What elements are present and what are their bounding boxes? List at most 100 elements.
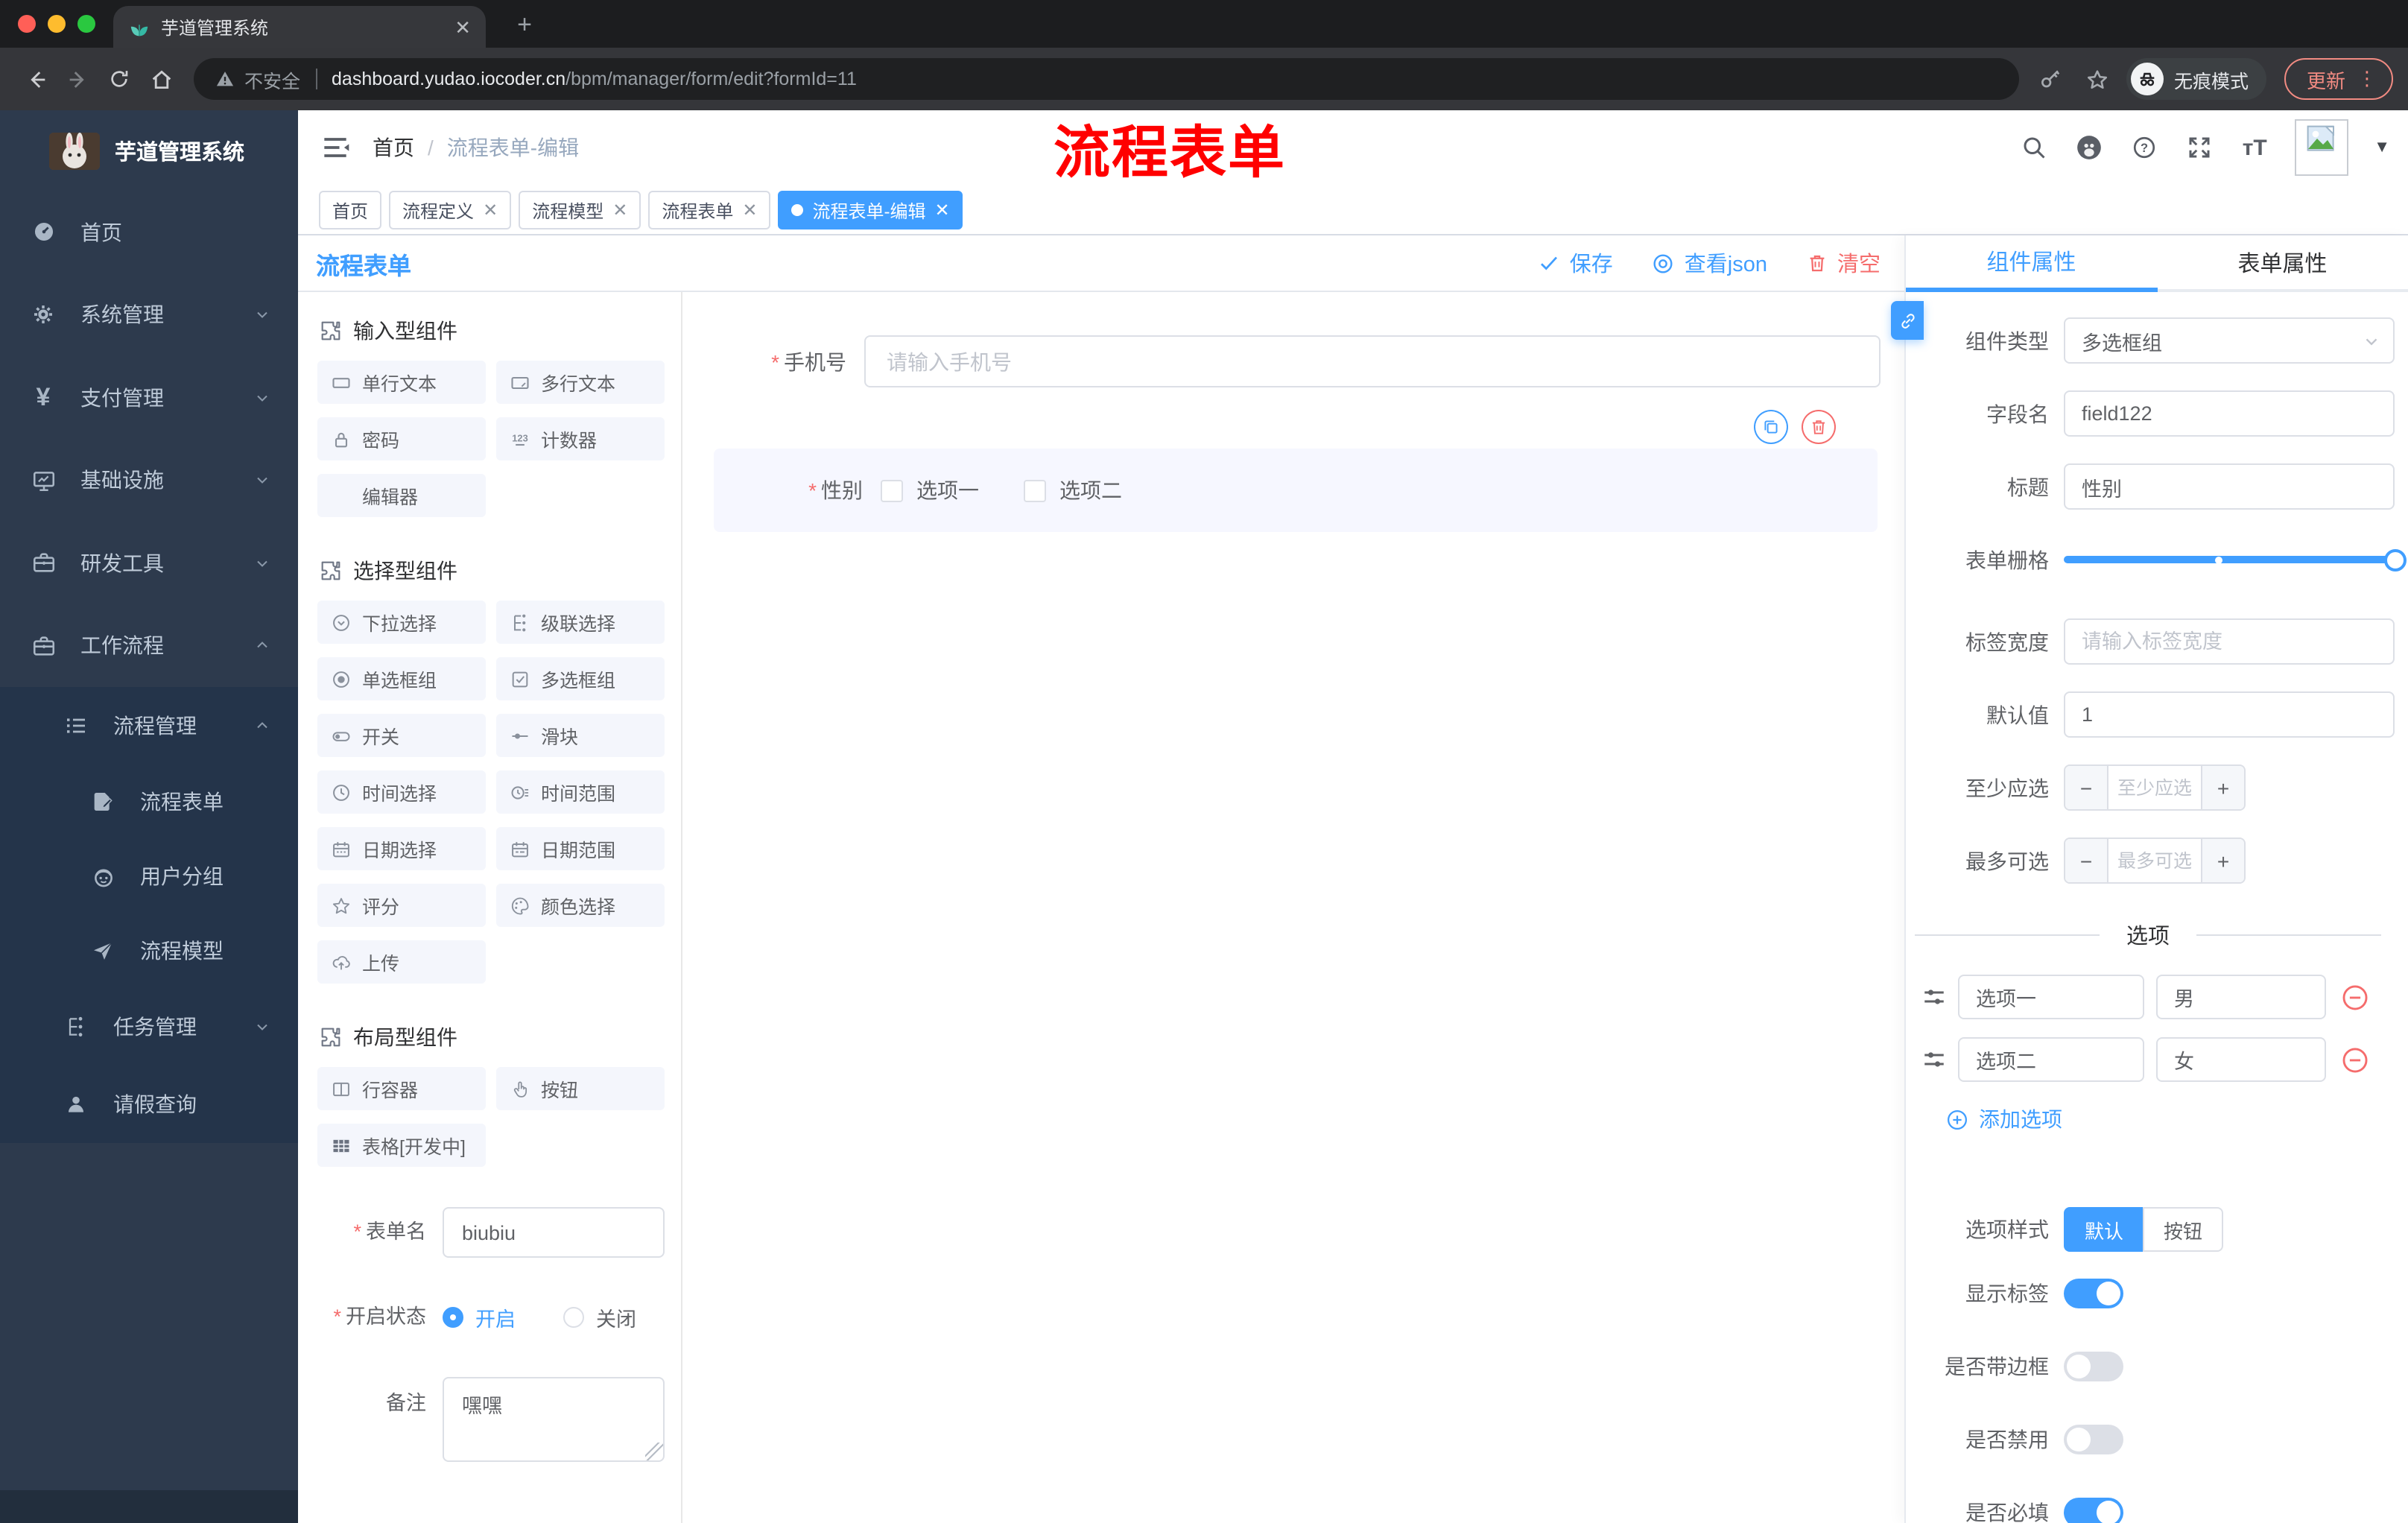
tag-process-form-edit-active[interactable]: 流程表单-编辑 ✕ — [778, 191, 963, 229]
github-icon[interactable] — [2074, 133, 2104, 162]
option-1-label-input[interactable] — [1958, 975, 2144, 1019]
password-key-icon[interactable] — [2031, 60, 2070, 98]
sidebar-item-process-model[interactable]: 流程模型 — [0, 914, 298, 988]
browser-update-button[interactable]: 更新 ⋮ — [2284, 58, 2393, 100]
reload-icon[interactable] — [98, 58, 140, 100]
decrease-icon[interactable]: − — [2065, 839, 2108, 882]
canvas-field-phone[interactable]: 手机号 — [697, 335, 1881, 387]
chip-rate[interactable]: 评分 — [317, 884, 486, 927]
chip-radio-group[interactable]: 单选框组 — [317, 657, 486, 700]
option-2-label-input[interactable] — [1958, 1037, 2144, 1082]
option-1-value-input[interactable] — [2156, 975, 2326, 1019]
style-button-button[interactable]: 按钮 — [2143, 1207, 2224, 1252]
add-option-button[interactable]: 添加选项 — [1946, 1104, 2408, 1134]
not-secure-badge[interactable]: 不安全 — [215, 65, 300, 93]
sidebar-item-payment[interactable]: ¥ 支付管理 — [0, 356, 298, 439]
avatar-caret-icon[interactable]: ▼ — [2374, 139, 2390, 156]
default-value-input[interactable] — [2064, 691, 2395, 738]
clear-button[interactable]: 清空 — [1806, 247, 1881, 279]
font-size-icon[interactable]: ᴛT — [2240, 133, 2269, 162]
sidebar-item-home[interactable]: 首页 — [0, 191, 298, 273]
status-off-radio[interactable]: 关闭 — [563, 1302, 636, 1332]
required-toggle[interactable] — [2064, 1498, 2123, 1523]
tag-process-form[interactable]: 流程表单 ✕ — [648, 191, 771, 229]
avatar[interactable] — [2295, 119, 2349, 176]
label-width-input[interactable] — [2064, 618, 2395, 665]
sidebar-item-process-management[interactable]: 流程管理 — [0, 687, 298, 764]
remove-option-icon[interactable] — [2341, 983, 2369, 1011]
increase-icon[interactable]: + — [2201, 766, 2244, 809]
chip-cascader[interactable]: 级联选择 — [496, 601, 665, 644]
tag-close-icon[interactable]: ✕ — [935, 201, 950, 219]
remove-option-icon[interactable] — [2341, 1045, 2369, 1074]
slider-thumb[interactable] — [2384, 548, 2407, 571]
tag-home[interactable]: 首页 — [319, 191, 382, 229]
phone-input[interactable] — [864, 335, 1881, 387]
disabled-toggle[interactable] — [2064, 1425, 2123, 1454]
minimize-window-button[interactable] — [48, 15, 66, 33]
with-border-toggle[interactable] — [2064, 1352, 2123, 1381]
show-label-toggle[interactable] — [2064, 1279, 2123, 1308]
chip-button[interactable]: 按钮 — [496, 1067, 665, 1110]
sidebar-item-infrastructure[interactable]: 基础设施 — [0, 439, 298, 522]
selected-component-gender[interactable]: 性别 选项一 选项二 — [714, 410, 1878, 532]
breadcrumb-home[interactable]: 首页 — [373, 133, 414, 162]
form-name-input[interactable] — [443, 1207, 665, 1258]
gender-option-2-checkbox[interactable]: 选项二 — [1024, 475, 1122, 505]
title-input[interactable] — [2064, 463, 2395, 510]
chip-multi-line-text[interactable]: 多行文本 — [496, 361, 665, 404]
option-2-value-input[interactable] — [2156, 1037, 2326, 1082]
form-grid-slider[interactable] — [2064, 536, 2407, 583]
view-json-button[interactable]: 查看json — [1652, 247, 1767, 279]
tag-close-icon[interactable]: ✕ — [483, 201, 498, 219]
form-canvas[interactable]: 手机号 性别 选项一 — [682, 292, 1904, 1523]
chip-editor[interactable]: 编辑器 — [317, 474, 486, 517]
forward-icon[interactable] — [57, 58, 98, 100]
browser-menu-icon[interactable]: ⋮ — [2357, 67, 2377, 91]
gender-option-1-checkbox[interactable]: 选项一 — [881, 475, 979, 505]
drag-handle-icon[interactable] — [1921, 1046, 1948, 1073]
home-icon[interactable] — [140, 58, 182, 100]
chip-time-range[interactable]: 时间范围 — [496, 770, 665, 814]
chip-switch[interactable]: 开关 — [317, 714, 486, 757]
chip-select[interactable]: 下拉选择 — [317, 601, 486, 644]
sidebar-collapse-bar[interactable] — [0, 1490, 298, 1523]
decrease-icon[interactable]: − — [2065, 766, 2108, 809]
min-select-input[interactable] — [2108, 766, 2201, 809]
chip-time-picker[interactable]: 时间选择 — [317, 770, 486, 814]
max-select-input[interactable] — [2108, 839, 2201, 882]
status-on-radio[interactable]: 开启 — [443, 1302, 516, 1332]
chip-row-container[interactable]: 行容器 — [317, 1067, 486, 1110]
fullscreen-icon[interactable] — [2184, 133, 2214, 162]
chip-color-picker[interactable]: 颜色选择 — [496, 884, 665, 927]
tag-close-icon[interactable]: ✕ — [742, 201, 757, 219]
browser-tab[interactable]: 芋道管理系统 ✕ — [113, 6, 486, 48]
increase-icon[interactable]: + — [2201, 839, 2244, 882]
tab-close-icon[interactable]: ✕ — [454, 17, 471, 37]
chip-single-line-text[interactable]: 单行文本 — [317, 361, 486, 404]
chip-counter[interactable]: 计数器 — [496, 417, 665, 460]
app-logo[interactable]: 芋道管理系统 — [0, 110, 298, 191]
back-icon[interactable] — [15, 58, 57, 100]
address-bar[interactable]: 不安全 dashboard.yudao.iocoder.cn/bpm/manag… — [194, 58, 2019, 100]
sidebar-item-workflow[interactable]: 工作流程 — [0, 604, 298, 687]
new-tab-button[interactable]: + — [507, 7, 542, 43]
close-window-button[interactable] — [18, 15, 36, 33]
chip-slider[interactable]: 滑块 — [496, 714, 665, 757]
tab-component-props[interactable]: 组件属性 — [1906, 235, 2157, 292]
tag-process-model[interactable]: 流程模型 ✕ — [519, 191, 641, 229]
help-icon[interactable] — [2129, 133, 2159, 162]
sidebar-item-task-management[interactable]: 任务管理 — [0, 988, 298, 1066]
tag-close-icon[interactable]: ✕ — [612, 201, 627, 219]
remark-textarea[interactable]: 嘿嘿 — [443, 1377, 665, 1462]
zoom-window-button[interactable] — [77, 15, 95, 33]
chip-date-picker[interactable]: 日期选择 — [317, 827, 486, 870]
delete-component-button[interactable] — [1802, 410, 1836, 444]
sidebar-item-process-form[interactable]: 流程表单 — [0, 764, 298, 839]
tag-process-definition[interactable]: 流程定义 ✕ — [389, 191, 512, 229]
save-button[interactable]: 保存 — [1539, 247, 1613, 279]
chip-table-dev[interactable]: 表格[开发中] — [317, 1124, 486, 1167]
duplicate-component-button[interactable] — [1754, 410, 1788, 444]
chip-checkbox-group[interactable]: 多选框组 — [496, 657, 665, 700]
field-name-input[interactable] — [2064, 390, 2395, 437]
